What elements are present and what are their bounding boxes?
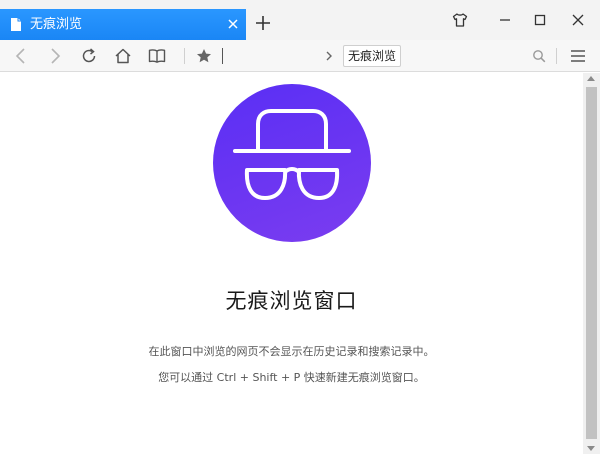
back-button[interactable] — [10, 45, 32, 67]
reader-button[interactable] — [146, 45, 168, 67]
title-bar: 无痕浏览 — [0, 0, 600, 40]
plus-icon[interactable] — [254, 14, 272, 32]
forward-button[interactable] — [44, 45, 66, 67]
tab-title: 无痕浏览 — [30, 17, 83, 32]
address-bar-cursor[interactable] — [222, 48, 223, 64]
toolbar-divider — [184, 48, 185, 64]
incognito-badge — [213, 84, 371, 242]
incognito-shortcut-hint: 您可以通过 Ctrl + Shift + P 快速新建无痕浏览窗口。 — [158, 371, 425, 384]
home-icon — [115, 48, 131, 64]
scrollbar-thumb[interactable] — [586, 87, 597, 439]
arrow-right-icon — [51, 48, 61, 64]
page-title: 无痕浏览窗口 — [225, 289, 358, 313]
book-icon — [148, 49, 166, 63]
scroll-up-arrow-icon[interactable] — [587, 76, 595, 81]
star-icon — [197, 49, 211, 63]
scroll-down-arrow-icon[interactable] — [587, 446, 595, 451]
bookmark-button[interactable] — [193, 45, 215, 67]
arrow-left-icon — [15, 48, 25, 64]
tab-incognito[interactable]: 无痕浏览 — [0, 9, 246, 40]
toolbar: 无痕浏览 — [0, 40, 600, 72]
close-window-icon[interactable] — [568, 10, 588, 30]
vertical-scrollbar[interactable] — [583, 73, 600, 454]
tshirt-icon[interactable] — [450, 10, 470, 30]
page-icon — [11, 18, 21, 31]
toolbar-divider-right — [556, 48, 557, 64]
search-engine-dropdown[interactable] — [318, 45, 340, 67]
menu-button[interactable] — [567, 45, 589, 67]
search-engine-label[interactable]: 无痕浏览 — [343, 45, 402, 67]
search-button[interactable] — [528, 45, 550, 67]
maximize-icon[interactable] — [530, 10, 550, 30]
hamburger-icon — [571, 50, 585, 62]
refresh-icon — [82, 48, 96, 63]
minimize-icon[interactable] — [495, 10, 515, 30]
incognito-hat-glasses-icon — [233, 109, 351, 200]
search-icon — [533, 50, 546, 63]
incognito-description: 在此窗口中浏览的网页不会显示在历史记录和搜索记录中。 — [148, 345, 435, 358]
home-button[interactable] — [112, 45, 134, 67]
chevron-right-icon — [326, 51, 332, 61]
close-icon[interactable] — [226, 17, 240, 31]
refresh-button[interactable] — [78, 45, 100, 67]
incognito-page: 无痕浏览窗口 在此窗口中浏览的网页不会显示在历史记录和搜索记录中。 您可以通过 … — [0, 73, 583, 454]
